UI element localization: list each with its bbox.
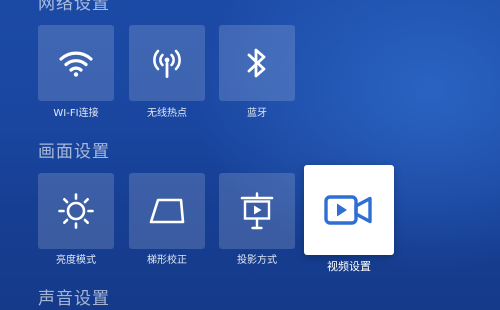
video-camera-icon <box>323 192 375 228</box>
bluetooth-icon <box>245 46 269 80</box>
bluetooth-tile[interactable] <box>219 25 295 101</box>
video-settings-tile[interactable] <box>304 165 394 255</box>
wifi-tile[interactable] <box>38 25 114 101</box>
brightness-label: 亮度模式 <box>56 255 96 266</box>
wifi-icon <box>59 49 93 77</box>
keystone-icon <box>148 197 186 225</box>
section-title-sound: 声音设置 <box>38 289 110 309</box>
projection-icon <box>239 192 275 230</box>
hotspot-tile[interactable] <box>129 25 205 101</box>
projection-label: 投影方式 <box>237 255 277 266</box>
keystone-tile[interactable] <box>129 173 205 249</box>
video-settings-label: 视频设置 <box>327 260 371 273</box>
keystone-label: 梯形校正 <box>147 255 187 266</box>
brightness-icon <box>57 192 95 230</box>
section-title-network: 网络设置 <box>38 0 110 14</box>
section-title-display: 画面设置 <box>38 142 110 162</box>
hotspot-icon <box>149 46 185 80</box>
projection-tile[interactable] <box>219 173 295 249</box>
hotspot-label: 无线热点 <box>147 108 187 119</box>
brightness-tile[interactable] <box>38 173 114 249</box>
bluetooth-label: 蓝牙 <box>247 108 267 119</box>
wifi-label: WI-FI连接 <box>53 108 99 119</box>
